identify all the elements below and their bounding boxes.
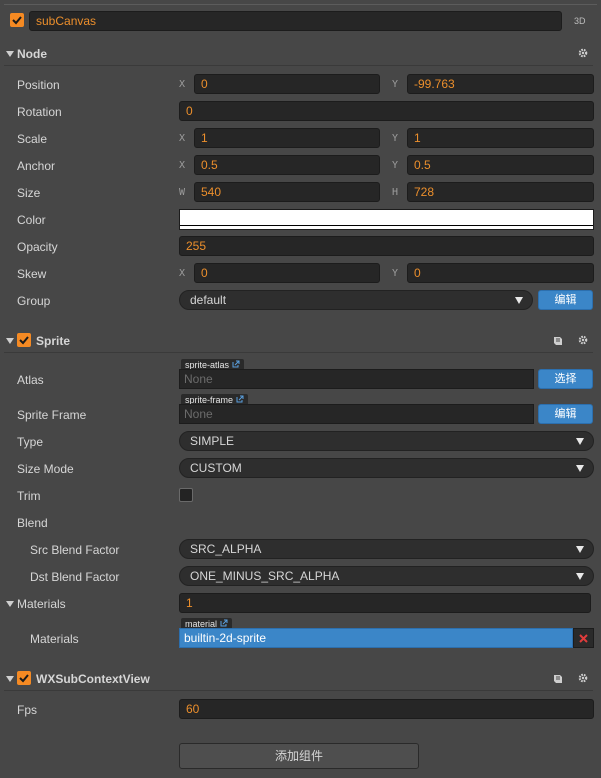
chevron-down-icon [576, 573, 584, 580]
rotation-input[interactable]: 0 [179, 101, 594, 121]
opacity-input[interactable]: 255 [179, 236, 594, 256]
type-select[interactable]: SIMPLE [179, 431, 594, 451]
skew-x-input[interactable]: 0 [194, 263, 380, 283]
section-divider [4, 352, 593, 353]
trim-checkbox[interactable] [179, 488, 193, 502]
src-blend-factor-value: SRC_ALPHA [190, 542, 262, 556]
node-name-input[interactable]: subCanvas [29, 11, 562, 31]
chevron-down-icon [576, 465, 584, 472]
3d-badge[interactable]: 3D [574, 16, 586, 26]
gear-icon[interactable] [578, 335, 588, 345]
group-label: Group [17, 294, 51, 308]
position-x-axis-label: X [179, 79, 186, 90]
chevron-down-icon [515, 297, 523, 304]
position-y-axis-label: Y [392, 79, 399, 90]
sprite-frame-asset-field[interactable]: None [179, 404, 534, 424]
group-select-value: default [190, 293, 227, 307]
section-divider [4, 690, 593, 691]
group-edit-button[interactable]: 编辑 [538, 290, 593, 310]
atlas-select-button[interactable]: 选择 [538, 369, 593, 389]
close-icon [579, 634, 588, 643]
atlas-asset-field[interactable]: None [179, 369, 534, 389]
remove-material-button[interactable] [573, 628, 594, 648]
rotation-label: Rotation [17, 105, 62, 119]
scale-y-axis-label: Y [392, 133, 399, 144]
size-width-input[interactable]: 540 [194, 182, 380, 202]
opacity-label: Opacity [17, 240, 58, 254]
gear-icon[interactable] [578, 48, 588, 58]
anchor-y-input[interactable]: 0.5 [407, 155, 594, 175]
scale-y-input[interactable]: 1 [407, 128, 594, 148]
fps-label: Fps [17, 703, 38, 717]
sprite-section-title[interactable]: Sprite [36, 334, 70, 348]
size-height-input[interactable]: 728 [407, 182, 594, 202]
external-link-icon[interactable] [232, 360, 240, 368]
external-link-icon[interactable] [220, 619, 228, 627]
group-select[interactable]: default [179, 290, 533, 310]
src-blend-factor-select[interactable]: SRC_ALPHA [179, 539, 594, 559]
color-swatch[interactable] [179, 209, 594, 230]
dst-blend-factor-select[interactable]: ONE_MINUS_SRC_ALPHA [179, 566, 594, 586]
materials-count-input[interactable]: 1 [179, 593, 591, 613]
type-select-value: SIMPLE [190, 434, 235, 448]
external-link-icon[interactable] [236, 395, 244, 403]
checkmark-icon [19, 674, 29, 683]
size-mode-select[interactable]: CUSTOM [179, 458, 594, 478]
node-section-title[interactable]: Node [17, 47, 47, 61]
skew-y-axis-label: Y [392, 268, 399, 279]
anchor-x-input[interactable]: 0.5 [194, 155, 380, 175]
position-label: Position [17, 78, 60, 92]
collapse-triangle-icon[interactable] [6, 51, 14, 57]
size-h-axis-label: H [392, 187, 399, 198]
top-divider [4, 4, 597, 5]
chevron-down-icon [576, 546, 584, 553]
dst-blend-factor-label: Dst Blend Factor [30, 570, 120, 584]
checkmark-icon [19, 336, 29, 345]
anchor-label: Anchor [17, 159, 56, 173]
atlas-label: Atlas [17, 373, 44, 387]
position-x-input[interactable]: 0 [194, 74, 380, 94]
skew-y-input[interactable]: 0 [407, 263, 594, 283]
dst-blend-factor-value: ONE_MINUS_SRC_ALPHA [190, 569, 340, 583]
material-asset-field[interactable]: builtin-2d-sprite [179, 628, 573, 648]
book-icon[interactable] [552, 673, 564, 685]
scale-x-axis-label: X [179, 133, 186, 144]
materials-count-label[interactable]: Materials [17, 597, 66, 611]
size-mode-select-value: CUSTOM [190, 461, 242, 475]
src-blend-factor-label: Src Blend Factor [30, 543, 120, 557]
scale-x-input[interactable]: 1 [194, 128, 380, 148]
collapse-triangle-icon[interactable] [6, 601, 14, 607]
gear-icon[interactable] [578, 673, 588, 683]
section-divider [4, 65, 593, 66]
wx-section-title[interactable]: WXSubContextView [36, 672, 150, 686]
skew-x-axis-label: X [179, 268, 186, 279]
trim-label: Trim [17, 489, 41, 503]
scale-label: Scale [17, 132, 48, 146]
book-icon[interactable] [552, 335, 564, 347]
add-component-button[interactable]: 添加组件 [179, 743, 419, 769]
materials-label: Materials [30, 632, 79, 646]
skew-label: Skew [17, 267, 47, 281]
sprite-frame-edit-button[interactable]: 编辑 [538, 404, 593, 424]
position-y-input[interactable]: -99.763 [407, 74, 594, 94]
sprite-enabled-checkbox[interactable] [17, 333, 31, 347]
checkmark-icon [12, 16, 22, 25]
size-mode-label: Size Mode [17, 462, 74, 476]
alpha-bar [180, 225, 593, 226]
wx-enabled-checkbox[interactable] [17, 671, 31, 685]
chevron-down-icon [576, 438, 584, 445]
collapse-triangle-icon[interactable] [6, 676, 14, 682]
anchor-x-axis-label: X [179, 160, 186, 171]
anchor-y-axis-label: Y [392, 160, 399, 171]
size-label: Size [17, 186, 41, 200]
node-active-checkbox[interactable] [10, 13, 24, 27]
collapse-triangle-icon[interactable] [6, 338, 14, 344]
size-w-axis-label: W [179, 187, 186, 198]
type-label: Type [17, 435, 44, 449]
fps-input[interactable]: 60 [179, 699, 594, 719]
color-label: Color [17, 213, 46, 227]
blend-label: Blend [17, 516, 48, 530]
sprite-frame-label: Sprite Frame [17, 408, 87, 422]
